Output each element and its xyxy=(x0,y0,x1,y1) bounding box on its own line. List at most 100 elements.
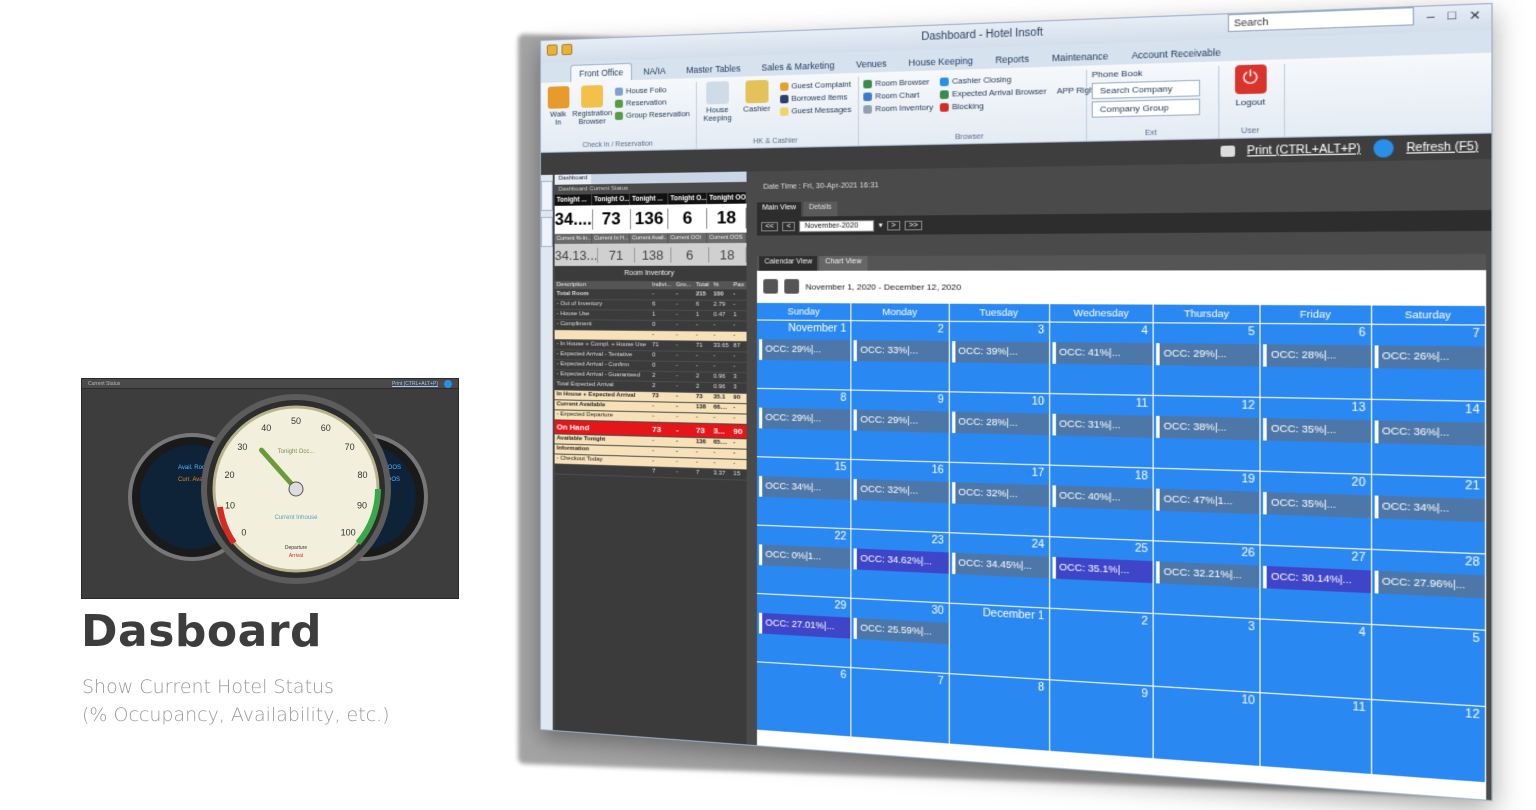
occupancy-bar[interactable]: OCC: 30.14%|... xyxy=(1264,566,1371,593)
occupancy-bar[interactable]: OCC: 35%|... xyxy=(1264,492,1371,518)
occupancy-bar[interactable]: OCC: 35%|... xyxy=(1264,418,1371,443)
blocking-button[interactable]: Blocking xyxy=(940,98,1097,112)
calendar-next-icon[interactable] xyxy=(784,279,799,294)
calendar-day-cell[interactable]: 9 OCC: 29%|... xyxy=(852,391,950,463)
occupancy-bar[interactable]: OCC: 27.96%|... xyxy=(1374,571,1485,599)
print-link[interactable]: Print (CTRL+ALT+P) xyxy=(1247,143,1361,157)
occupancy-bar[interactable]: OCC: 29%|... xyxy=(759,408,851,431)
tab-front-office[interactable]: Front Office xyxy=(570,63,632,82)
calendar-day-cell[interactable]: 2 xyxy=(1050,609,1154,687)
calendar-day-cell[interactable]: 11 OCC: 31%|... xyxy=(1050,394,1154,469)
company-group-button[interactable]: Company Group xyxy=(1092,99,1200,118)
calendar-day-cell[interactable]: 17 OCC: 32%|... xyxy=(949,463,1050,537)
calendar-day-cell[interactable]: 15 OCC: 34%|... xyxy=(757,457,852,529)
calendar-day-cell[interactable]: 11 xyxy=(1261,693,1372,775)
table-row[interactable]: Total Room - -215 100- xyxy=(555,289,747,300)
tab-reports[interactable]: Reports xyxy=(985,49,1039,69)
expected-arrival-browser-button[interactable]: Expected Arrival Browser APP Right xyxy=(940,85,1097,99)
calendar-day-cell[interactable]: 26 OCC: 32.21%|... xyxy=(1154,541,1261,619)
calendar-day-cell[interactable]: 25 OCC: 35.1%|... xyxy=(1050,537,1154,614)
prev-month-button[interactable]: < xyxy=(782,221,795,230)
calendar-day-cell[interactable]: 23 OCC: 34.62%|... xyxy=(852,529,950,603)
house-folio-button[interactable]: House Folio xyxy=(615,84,690,95)
calendar-day-cell[interactable]: 2 OCC: 33%|... xyxy=(852,321,950,392)
tab-details[interactable]: Details xyxy=(804,202,837,217)
occupancy-bar[interactable]: OCC: 36%|... xyxy=(1374,420,1485,445)
occupancy-bar[interactable]: OCC: 32%|... xyxy=(854,479,948,503)
calendar-day-cell[interactable]: 10 OCC: 28%|... xyxy=(949,392,1050,465)
occupancy-bar[interactable]: OCC: 33%|... xyxy=(854,340,948,362)
calendar-prev-icon[interactable] xyxy=(763,279,778,294)
occupancy-bar[interactable]: OCC: 34%|... xyxy=(759,476,851,500)
occupancy-bar[interactable]: OCC: 35.1%|... xyxy=(1052,557,1152,583)
subtab-current-status[interactable]: Current Status xyxy=(589,186,628,193)
room-inventory-button[interactable]: Room Inventory xyxy=(863,102,933,113)
calendar-day-cell[interactable]: 22 OCC: 0%|1... xyxy=(757,526,852,599)
tab-sales-marketing[interactable]: Sales & Marketing xyxy=(752,55,844,76)
close-icon[interactable]: ✕ xyxy=(1469,8,1481,23)
calendar-day-cell[interactable]: 8 xyxy=(949,674,1050,752)
side-tab-1[interactable] xyxy=(541,181,553,211)
cashier-closing-button[interactable]: Cashier Closing xyxy=(940,72,1097,86)
calendar-day-cell[interactable]: 21 OCC: 34%|... xyxy=(1372,475,1486,555)
occupancy-bar[interactable]: OCC: 25.59%|... xyxy=(854,618,948,644)
calendar-day-cell[interactable]: 13 OCC: 35%|... xyxy=(1261,398,1372,475)
tab-house-keeping[interactable]: House Keeping xyxy=(899,51,983,72)
printer-icon[interactable] xyxy=(1220,146,1234,157)
tab-na-ia[interactable]: NA/IA xyxy=(634,61,675,80)
calendar-day-cell[interactable]: 10 xyxy=(1154,687,1261,767)
borrowed-items-button[interactable]: Borrowed Items xyxy=(780,92,852,103)
room-browser-button[interactable]: Room Browser xyxy=(863,77,933,89)
calendar-day-cell[interactable]: 3 OCC: 39%|... xyxy=(949,322,1050,394)
reservation-button[interactable]: Reservation xyxy=(615,97,690,108)
occupancy-bar[interactable]: OCC: 28%|... xyxy=(1264,344,1371,368)
calendar-day-cell[interactable]: 6 xyxy=(757,662,852,737)
calendar-day-cell[interactable]: 18 OCC: 40%|... xyxy=(1050,466,1154,542)
occupancy-bar[interactable]: OCC: 26%|... xyxy=(1374,345,1485,369)
next-month-button[interactable]: > xyxy=(887,220,900,230)
occupancy-bar[interactable]: OCC: 29%|... xyxy=(759,339,851,361)
occupancy-bar[interactable]: OCC: 39%|... xyxy=(952,341,1049,364)
calendar-day-cell[interactable]: 5 OCC: 29%|... xyxy=(1154,323,1261,398)
side-tab-2[interactable] xyxy=(541,217,553,247)
occupancy-bar[interactable]: OCC: 47%|1... xyxy=(1156,489,1260,515)
gauge-print-link[interactable]: Print (CTRL+ALT+P) xyxy=(392,381,438,387)
minimize-icon[interactable]: – xyxy=(1427,10,1435,25)
guest-complaint-button[interactable]: Guest Complaint xyxy=(780,79,852,91)
app-right-label[interactable]: APP Right xyxy=(1057,85,1097,96)
calendar-day-cell[interactable]: 3 xyxy=(1154,614,1261,693)
occupancy-bar[interactable]: OCC: 28%|... xyxy=(952,412,1049,436)
calendar-day-cell[interactable]: 7 xyxy=(852,668,950,744)
chevron-down-icon[interactable]: ▾ xyxy=(879,221,883,229)
tab-master-tables[interactable]: Master Tables xyxy=(677,59,750,79)
occupancy-bar[interactable]: OCC: 38%|... xyxy=(1156,416,1260,441)
occupancy-bar[interactable]: OCC: 29%|... xyxy=(1156,343,1260,366)
tab-account-receivable[interactable]: Account Receivable xyxy=(1121,42,1232,64)
tab-maintenance[interactable]: Maintenance xyxy=(1042,46,1119,67)
search-company-button[interactable]: Search Company xyxy=(1092,80,1200,100)
calendar-day-cell[interactable]: 30 OCC: 25.59%|... xyxy=(852,599,950,674)
calendar-day-cell[interactable]: 29 OCC: 27.01%|... xyxy=(757,594,852,668)
calendar-day-cell[interactable]: 16 OCC: 32%|... xyxy=(852,460,950,533)
occupancy-bar[interactable]: OCC: 31%|... xyxy=(1052,414,1152,438)
phone-book-button[interactable]: Phone Book xyxy=(1092,66,1211,80)
tab-venues[interactable]: Venues xyxy=(846,54,896,74)
calendar-day-cell[interactable]: 19 OCC: 47%|1... xyxy=(1154,469,1261,546)
occupancy-bar[interactable]: OCC: 32%|... xyxy=(952,482,1049,507)
occupancy-bar[interactable]: OCC: 34%|... xyxy=(1374,496,1485,523)
refresh-icon[interactable] xyxy=(444,380,452,388)
room-chart-button[interactable]: Room Chart xyxy=(863,90,933,102)
occupancy-bar[interactable]: OCC: 34.62%|... xyxy=(854,548,948,573)
calendar-day-cell[interactable]: 12 OCC: 38%|... xyxy=(1154,396,1261,472)
occupancy-bar[interactable]: OCC: 0%|1... xyxy=(759,544,851,569)
month-select[interactable]: November-2020 xyxy=(799,220,874,232)
calendar-day-cell[interactable]: 28 OCC: 27.96%|... xyxy=(1372,550,1486,631)
calendar-day-cell[interactable]: 5 xyxy=(1372,625,1486,707)
calendar-day-cell[interactable]: 7 OCC: 26%|... xyxy=(1372,325,1486,402)
group-reservation-button[interactable]: Group Reservation xyxy=(615,109,690,120)
guest-messages-button[interactable]: Guest Messages xyxy=(780,105,852,116)
calendar-day-cell[interactable]: December 1 xyxy=(949,604,1050,681)
calendar-day-cell[interactable]: 8 OCC: 29%|... xyxy=(757,389,852,460)
logout-button[interactable]: Logout xyxy=(1235,97,1265,108)
calendar-day-cell[interactable]: 27 OCC: 30.14%|... xyxy=(1261,546,1372,625)
